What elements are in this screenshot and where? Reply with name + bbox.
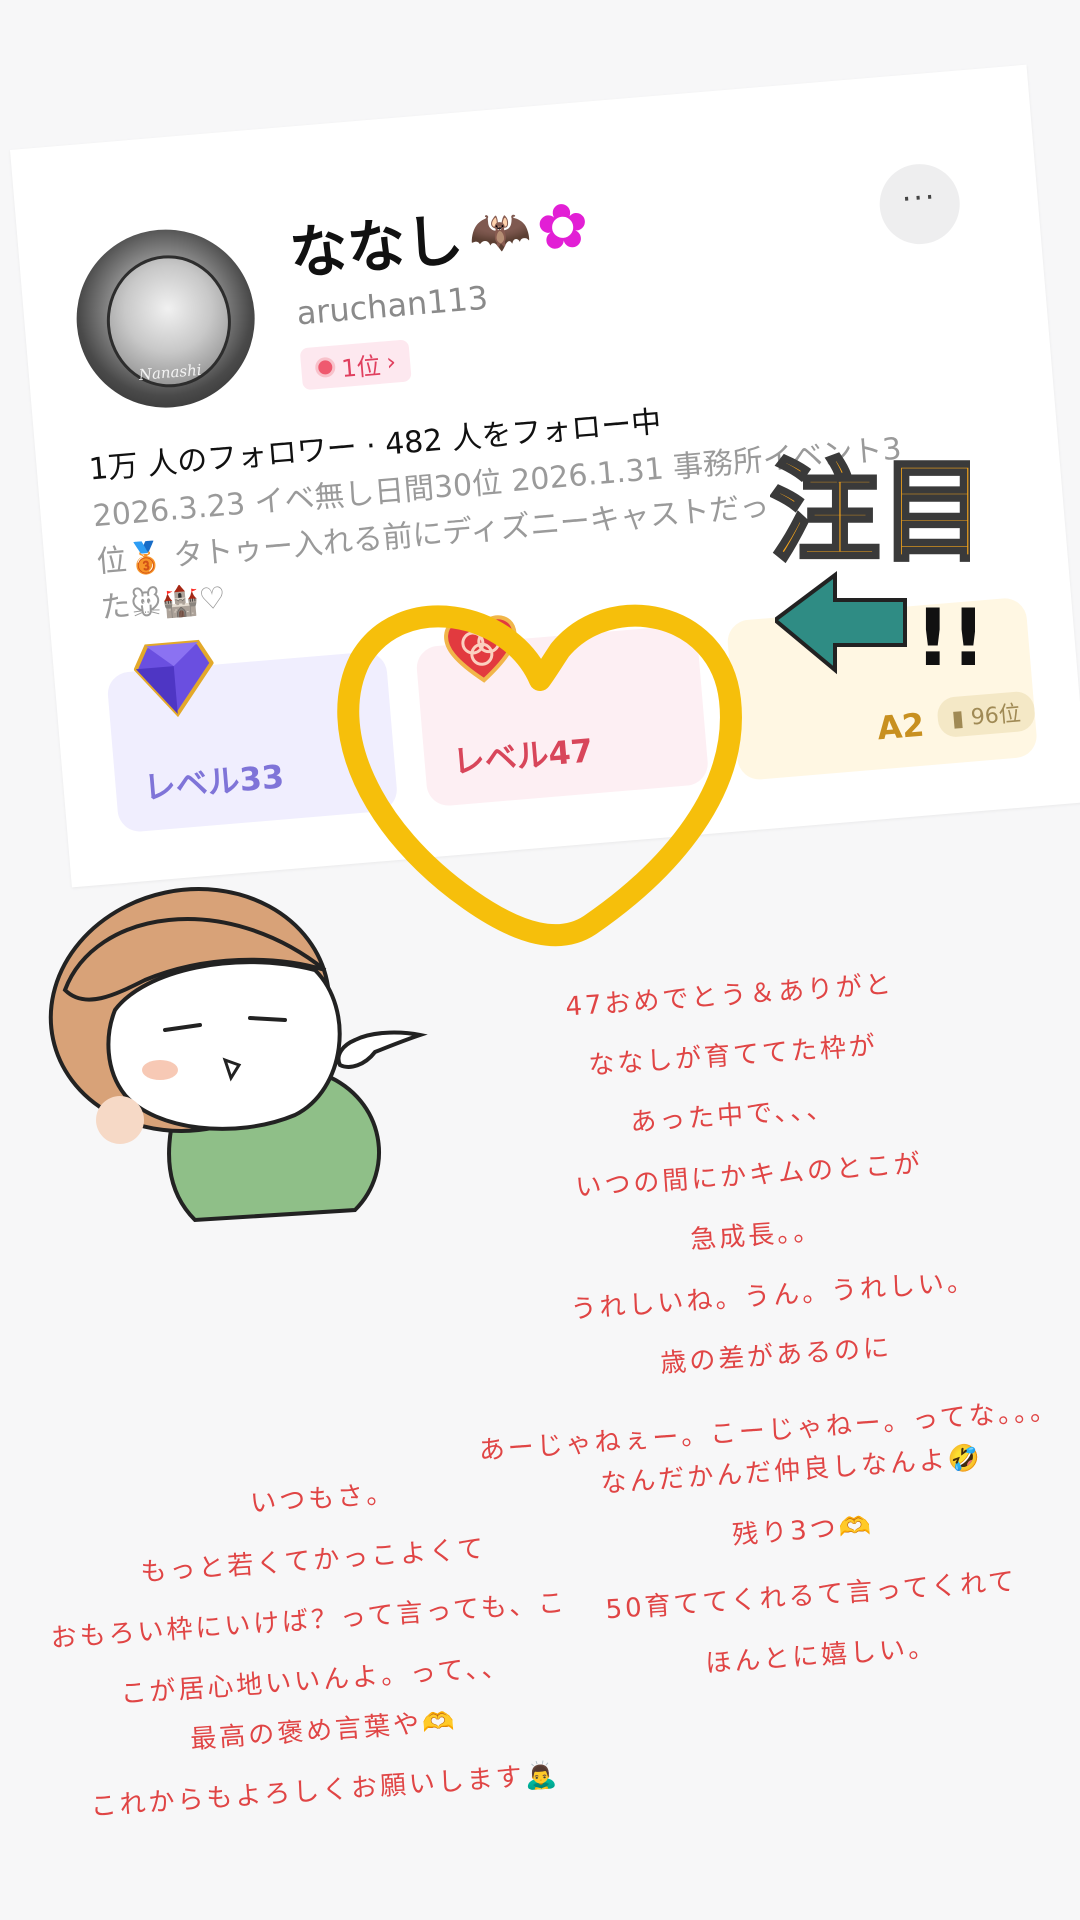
cartoon-character (48, 887, 428, 1223)
note-line: 急成長。。 (689, 1216, 824, 1256)
note-line: これからもよろしくお願いします🙇‍♂️ (89, 1759, 562, 1823)
note-line: あった中で、、、 (629, 1093, 836, 1139)
rank-pill-text: 96位 (969, 701, 1022, 731)
chuumoku-text: 注目 (770, 448, 970, 570)
rank-badge[interactable]: 1位 › (299, 339, 412, 391)
rank-pill: ▮ 96位 (936, 690, 1037, 739)
more-options-button[interactable]: ··· (876, 160, 963, 248)
a2-label: A2 (875, 705, 926, 748)
profile-name: ななし 🦇 ✿ (286, 182, 592, 291)
note-line: 歳の差があるのに (659, 1332, 893, 1380)
level-label: レベル33 (142, 757, 286, 807)
arrow-left-icon: !! (775, 571, 975, 684)
avatar[interactable]: Nanashi (69, 222, 262, 415)
chuumoku-sticker: 注目 (770, 446, 970, 570)
note-line: 最高の褒め言葉や🫶 (189, 1706, 459, 1756)
note-line: 47おめでとう＆ありがと (564, 969, 895, 1023)
bar-chart-icon: ▮ (950, 706, 965, 733)
note-line: おもろい枠にいけば？って言っても、こ (49, 1587, 568, 1655)
diamond-icon (133, 639, 215, 718)
note-line: ななしが育ててた枠が (587, 1030, 879, 1082)
note-line: もっと若くてかっこよくて (139, 1533, 488, 1589)
note-line: うれしいね。うん。うれしい。 (569, 1266, 977, 1326)
clover-icon: ✿ (533, 187, 592, 265)
note-line: いつもさ。 (249, 1478, 397, 1520)
bat-icon: 🦇 (466, 199, 534, 263)
note-line: 50育ててくれるて言ってくれて (604, 1566, 1019, 1626)
rank-badge-label: 1位 (340, 351, 382, 383)
chevron-right-icon: › (385, 347, 398, 377)
profile-name-text: ななし (286, 205, 466, 288)
exclaim-text: !! (915, 594, 975, 684)
note-line: ほんとに嬉しい。 (704, 1632, 938, 1680)
medal-icon (314, 356, 337, 379)
ellipsis-icon: ··· (900, 179, 938, 218)
note-line: 残り3つ🫶 (731, 1511, 875, 1551)
note-line: いつの間にかキムのとこが (574, 1148, 924, 1204)
